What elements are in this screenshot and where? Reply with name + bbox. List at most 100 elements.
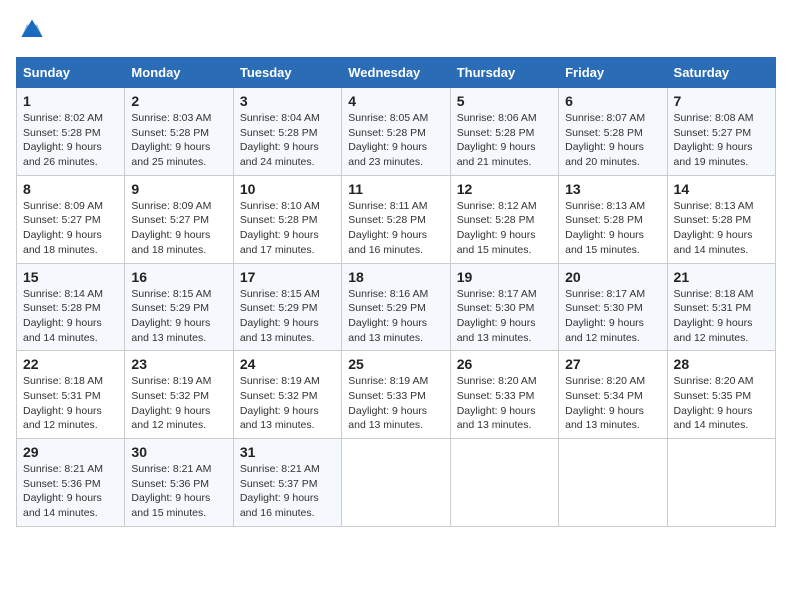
day-info: Sunrise: 8:21 AM Sunset: 5:36 PM Dayligh… bbox=[23, 462, 118, 521]
calendar-cell: 17 Sunrise: 8:15 AM Sunset: 5:29 PM Dayl… bbox=[233, 263, 341, 351]
calendar-week-2: 8 Sunrise: 8:09 AM Sunset: 5:27 PM Dayli… bbox=[17, 175, 776, 263]
day-info: Sunrise: 8:13 AM Sunset: 5:28 PM Dayligh… bbox=[565, 199, 660, 258]
calendar-cell: 14 Sunrise: 8:13 AM Sunset: 5:28 PM Dayl… bbox=[667, 175, 775, 263]
day-info: Sunrise: 8:17 AM Sunset: 5:30 PM Dayligh… bbox=[565, 287, 660, 346]
calendar-cell: 10 Sunrise: 8:10 AM Sunset: 5:28 PM Dayl… bbox=[233, 175, 341, 263]
calendar-cell: 31 Sunrise: 8:21 AM Sunset: 5:37 PM Dayl… bbox=[233, 439, 341, 527]
day-number: 10 bbox=[240, 181, 335, 197]
calendar-cell: 1 Sunrise: 8:02 AM Sunset: 5:28 PM Dayli… bbox=[17, 88, 125, 176]
day-number: 7 bbox=[674, 93, 769, 109]
day-info: Sunrise: 8:10 AM Sunset: 5:28 PM Dayligh… bbox=[240, 199, 335, 258]
calendar-cell bbox=[667, 439, 775, 527]
day-number: 5 bbox=[457, 93, 552, 109]
day-info: Sunrise: 8:09 AM Sunset: 5:27 PM Dayligh… bbox=[131, 199, 226, 258]
day-info: Sunrise: 8:09 AM Sunset: 5:27 PM Dayligh… bbox=[23, 199, 118, 258]
calendar-cell: 28 Sunrise: 8:20 AM Sunset: 5:35 PM Dayl… bbox=[667, 351, 775, 439]
page-header bbox=[16, 16, 776, 49]
logo bbox=[16, 16, 48, 49]
day-info: Sunrise: 8:20 AM Sunset: 5:35 PM Dayligh… bbox=[674, 374, 769, 433]
calendar-cell bbox=[450, 439, 558, 527]
day-info: Sunrise: 8:21 AM Sunset: 5:36 PM Dayligh… bbox=[131, 462, 226, 521]
day-number: 30 bbox=[131, 444, 226, 460]
day-number: 13 bbox=[565, 181, 660, 197]
day-number: 12 bbox=[457, 181, 552, 197]
calendar-week-1: 1 Sunrise: 8:02 AM Sunset: 5:28 PM Dayli… bbox=[17, 88, 776, 176]
calendar-week-5: 29 Sunrise: 8:21 AM Sunset: 5:36 PM Dayl… bbox=[17, 439, 776, 527]
calendar-cell: 20 Sunrise: 8:17 AM Sunset: 5:30 PM Dayl… bbox=[559, 263, 667, 351]
day-number: 21 bbox=[674, 269, 769, 285]
calendar-cell: 18 Sunrise: 8:16 AM Sunset: 5:29 PM Dayl… bbox=[342, 263, 450, 351]
logo-icon bbox=[18, 16, 46, 44]
day-info: Sunrise: 8:13 AM Sunset: 5:28 PM Dayligh… bbox=[674, 199, 769, 258]
calendar-cell: 4 Sunrise: 8:05 AM Sunset: 5:28 PM Dayli… bbox=[342, 88, 450, 176]
day-info: Sunrise: 8:15 AM Sunset: 5:29 PM Dayligh… bbox=[240, 287, 335, 346]
day-number: 19 bbox=[457, 269, 552, 285]
day-number: 22 bbox=[23, 356, 118, 372]
calendar-cell: 23 Sunrise: 8:19 AM Sunset: 5:32 PM Dayl… bbox=[125, 351, 233, 439]
day-number: 28 bbox=[674, 356, 769, 372]
day-number: 31 bbox=[240, 444, 335, 460]
day-info: Sunrise: 8:20 AM Sunset: 5:34 PM Dayligh… bbox=[565, 374, 660, 433]
weekday-header-sunday: Sunday bbox=[17, 58, 125, 88]
day-info: Sunrise: 8:05 AM Sunset: 5:28 PM Dayligh… bbox=[348, 111, 443, 170]
day-number: 23 bbox=[131, 356, 226, 372]
day-number: 6 bbox=[565, 93, 660, 109]
calendar-cell: 12 Sunrise: 8:12 AM Sunset: 5:28 PM Dayl… bbox=[450, 175, 558, 263]
calendar-cell: 25 Sunrise: 8:19 AM Sunset: 5:33 PM Dayl… bbox=[342, 351, 450, 439]
calendar-cell bbox=[342, 439, 450, 527]
calendar-cell: 9 Sunrise: 8:09 AM Sunset: 5:27 PM Dayli… bbox=[125, 175, 233, 263]
weekday-header-thursday: Thursday bbox=[450, 58, 558, 88]
day-number: 9 bbox=[131, 181, 226, 197]
day-number: 8 bbox=[23, 181, 118, 197]
day-info: Sunrise: 8:20 AM Sunset: 5:33 PM Dayligh… bbox=[457, 374, 552, 433]
calendar-cell: 11 Sunrise: 8:11 AM Sunset: 5:28 PM Dayl… bbox=[342, 175, 450, 263]
day-info: Sunrise: 8:19 AM Sunset: 5:32 PM Dayligh… bbox=[240, 374, 335, 433]
calendar-cell: 30 Sunrise: 8:21 AM Sunset: 5:36 PM Dayl… bbox=[125, 439, 233, 527]
calendar-cell: 29 Sunrise: 8:21 AM Sunset: 5:36 PM Dayl… bbox=[17, 439, 125, 527]
day-number: 26 bbox=[457, 356, 552, 372]
day-number: 18 bbox=[348, 269, 443, 285]
weekday-header-friday: Friday bbox=[559, 58, 667, 88]
day-number: 11 bbox=[348, 181, 443, 197]
calendar-cell bbox=[559, 439, 667, 527]
day-number: 14 bbox=[674, 181, 769, 197]
calendar-cell: 13 Sunrise: 8:13 AM Sunset: 5:28 PM Dayl… bbox=[559, 175, 667, 263]
day-info: Sunrise: 8:12 AM Sunset: 5:28 PM Dayligh… bbox=[457, 199, 552, 258]
day-info: Sunrise: 8:07 AM Sunset: 5:28 PM Dayligh… bbox=[565, 111, 660, 170]
calendar-table: SundayMondayTuesdayWednesdayThursdayFrid… bbox=[16, 57, 776, 527]
day-number: 17 bbox=[240, 269, 335, 285]
weekday-header-saturday: Saturday bbox=[667, 58, 775, 88]
day-number: 27 bbox=[565, 356, 660, 372]
day-info: Sunrise: 8:19 AM Sunset: 5:32 PM Dayligh… bbox=[131, 374, 226, 433]
calendar-cell: 2 Sunrise: 8:03 AM Sunset: 5:28 PM Dayli… bbox=[125, 88, 233, 176]
day-info: Sunrise: 8:17 AM Sunset: 5:30 PM Dayligh… bbox=[457, 287, 552, 346]
calendar-cell: 5 Sunrise: 8:06 AM Sunset: 5:28 PM Dayli… bbox=[450, 88, 558, 176]
day-info: Sunrise: 8:08 AM Sunset: 5:27 PM Dayligh… bbox=[674, 111, 769, 170]
calendar-cell: 3 Sunrise: 8:04 AM Sunset: 5:28 PM Dayli… bbox=[233, 88, 341, 176]
calendar-cell: 21 Sunrise: 8:18 AM Sunset: 5:31 PM Dayl… bbox=[667, 263, 775, 351]
day-number: 25 bbox=[348, 356, 443, 372]
day-info: Sunrise: 8:04 AM Sunset: 5:28 PM Dayligh… bbox=[240, 111, 335, 170]
day-info: Sunrise: 8:18 AM Sunset: 5:31 PM Dayligh… bbox=[23, 374, 118, 433]
calendar-cell: 15 Sunrise: 8:14 AM Sunset: 5:28 PM Dayl… bbox=[17, 263, 125, 351]
day-info: Sunrise: 8:11 AM Sunset: 5:28 PM Dayligh… bbox=[348, 199, 443, 258]
weekday-header-wednesday: Wednesday bbox=[342, 58, 450, 88]
day-info: Sunrise: 8:14 AM Sunset: 5:28 PM Dayligh… bbox=[23, 287, 118, 346]
calendar-cell: 22 Sunrise: 8:18 AM Sunset: 5:31 PM Dayl… bbox=[17, 351, 125, 439]
day-info: Sunrise: 8:03 AM Sunset: 5:28 PM Dayligh… bbox=[131, 111, 226, 170]
day-info: Sunrise: 8:16 AM Sunset: 5:29 PM Dayligh… bbox=[348, 287, 443, 346]
calendar-cell: 6 Sunrise: 8:07 AM Sunset: 5:28 PM Dayli… bbox=[559, 88, 667, 176]
day-info: Sunrise: 8:18 AM Sunset: 5:31 PM Dayligh… bbox=[674, 287, 769, 346]
day-number: 29 bbox=[23, 444, 118, 460]
calendar-cell: 19 Sunrise: 8:17 AM Sunset: 5:30 PM Dayl… bbox=[450, 263, 558, 351]
day-number: 4 bbox=[348, 93, 443, 109]
day-info: Sunrise: 8:06 AM Sunset: 5:28 PM Dayligh… bbox=[457, 111, 552, 170]
weekday-header-tuesday: Tuesday bbox=[233, 58, 341, 88]
day-info: Sunrise: 8:02 AM Sunset: 5:28 PM Dayligh… bbox=[23, 111, 118, 170]
calendar-cell: 16 Sunrise: 8:15 AM Sunset: 5:29 PM Dayl… bbox=[125, 263, 233, 351]
day-info: Sunrise: 8:21 AM Sunset: 5:37 PM Dayligh… bbox=[240, 462, 335, 521]
day-info: Sunrise: 8:15 AM Sunset: 5:29 PM Dayligh… bbox=[131, 287, 226, 346]
weekday-header-monday: Monday bbox=[125, 58, 233, 88]
day-number: 24 bbox=[240, 356, 335, 372]
calendar-week-4: 22 Sunrise: 8:18 AM Sunset: 5:31 PM Dayl… bbox=[17, 351, 776, 439]
